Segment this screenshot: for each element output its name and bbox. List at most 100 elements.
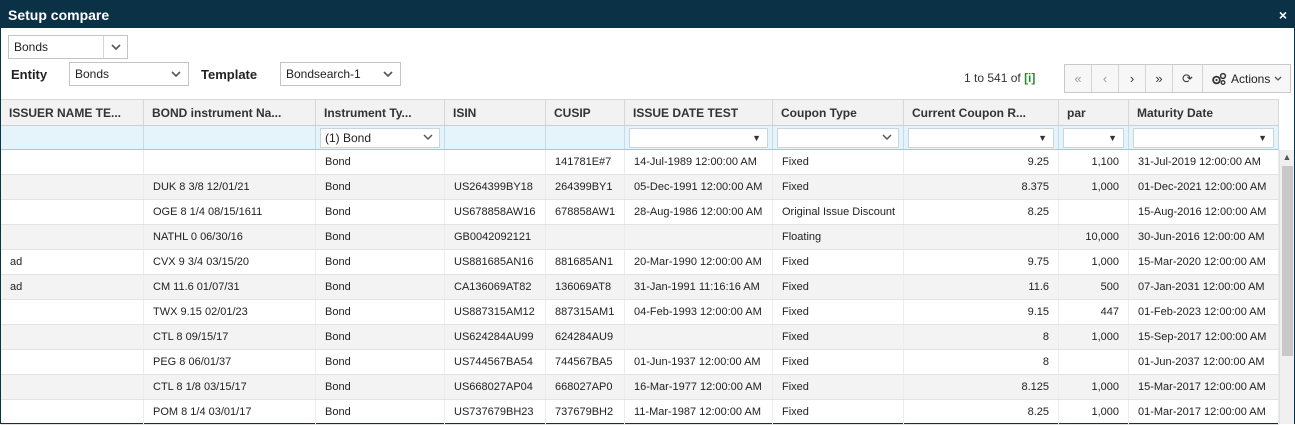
table-row[interactable]: CTL 8 1/8 03/15/17 Bond US668027AP04 668027… [1,375,1279,400]
scroll-up-icon[interactable]: ▲ [1280,150,1294,164]
table-row[interactable]: TWX 9.15 02/01/23 Bond US887315AM12 887315A… [1,300,1279,325]
column-header-isin[interactable]: ISIN [445,100,546,125]
cell-cusip: 136069AT8 [546,275,625,299]
column-header-current-coupon-rate[interactable]: Current Coupon R... [904,100,1059,125]
entity-select[interactable]: Bonds [69,62,189,86]
cell-maturity-date: 01-Mar-2017 12:00:00 AM [1129,400,1279,424]
grid-filter-row: (1) Bond ▼ ▼ ▼ ▼ [1,126,1279,150]
cell-current-coupon-rate: 8 [904,325,1059,349]
dropdown-triangle-icon: ▼ [1258,132,1267,143]
last-page-button[interactable]: » [1146,65,1173,92]
close-icon[interactable]: × [1279,7,1287,23]
column-header-maturity-date[interactable]: Maturity Date [1129,100,1279,125]
cell-issue-date: 20-Mar-1990 12:00:00 AM [625,250,773,274]
cell-bond-instrument-name: CTL 8 1/8 03/15/17 [144,375,316,399]
table-row[interactable]: NATHL 0 06/30/16 Bond GB0042092121 Floating… [1,225,1279,250]
cell-current-coupon-rate: 9.25 [904,150,1059,174]
filter-instrument-type-select[interactable]: (1) Bond [320,127,440,148]
column-header-par[interactable]: par [1059,100,1129,125]
filter-par-select[interactable]: ▼ [1063,127,1124,148]
filter-coupon-type-select[interactable] [777,127,899,148]
cell-maturity-date: 15-Mar-2020 12:00:00 AM [1129,250,1279,274]
info-icon[interactable]: [i] [1024,71,1035,85]
refresh-button[interactable]: ⟳ [1173,65,1203,92]
cell-issue-date: 11-Mar-1987 12:00:00 AM [625,400,773,424]
column-header-coupon-type[interactable]: Coupon Type [773,100,904,125]
cell-par: 1,000 [1059,175,1129,199]
table-row[interactable]: POM 8 1/4 03/01/17 Bond US737679BH23 737679… [1,400,1279,425]
table-row[interactable]: ad CM 11.6 01/07/31 Bond CA136069AT82 136069… [1,275,1279,300]
table-row[interactable]: CTL 8 09/15/17 Bond US624284AU99 624284AU9 F… [1,325,1279,350]
cell-cusip: 678858AW1 [546,200,625,224]
scrollbar-thumb[interactable] [1282,166,1293,356]
column-header-cusip[interactable]: CUSIP [546,100,625,125]
column-header-instrument-type[interactable]: Instrument Ty... [316,100,445,125]
cell-isin: US887315AM12 [445,300,546,324]
cell-current-coupon-rate: 8 [904,350,1059,374]
bonds-select-value: Bonds [14,40,49,54]
cell-coupon-type: Fixed [773,375,904,399]
column-header-issue-date[interactable]: ISSUE DATE TEST [625,100,773,125]
table-row[interactable]: PEG 8 06/01/37 Bond US744567BA54 744567BA5 0… [1,350,1279,375]
cell-bond-instrument-name: CVX 9 3/4 03/15/20 [144,250,316,274]
cell-isin [445,150,546,174]
cell-bond-instrument-name: NATHL 0 06/30/16 [144,225,316,249]
cell-current-coupon-rate: 8.375 [904,175,1059,199]
pager-range-text: 1 to 541 of [964,71,1021,85]
cell-coupon-type: Fixed [773,150,904,174]
cell-issue-date: 31-Jan-1991 11:16:16 AM [625,275,773,299]
filter-cusip[interactable] [546,126,625,149]
dropdown-triangle-icon: ▼ [752,132,761,143]
cell-cusip: 141781E#7 [546,150,625,174]
column-header-bond-instrument-name[interactable]: BOND instrument Na... [144,100,316,125]
cell-maturity-date: 31-Jul-2019 12:00:00 AM [1129,150,1279,174]
cell-issue-date: 16-Mar-1977 12:00:00 AM [625,375,773,399]
dropdown-triangle-icon: ▼ [1038,132,1047,143]
template-label: Template [201,67,258,82]
cell-isin: US624284AU99 [445,325,546,349]
cell-cusip: 744567BA5 [546,350,625,374]
cell-isin: US881685AN16 [445,250,546,274]
filter-isin[interactable] [445,126,546,149]
column-header-issuer-name[interactable]: ISSUER NAME TE... [1,100,144,125]
next-page-button[interactable]: › [1119,65,1146,92]
cell-issuer-name [1,325,144,349]
template-select[interactable]: Bondsearch-1 [280,62,401,86]
bonds-select[interactable]: Bonds [8,35,128,59]
cell-instrument-type: Bond [316,250,445,274]
cell-isin: US678858AW16 [445,200,546,224]
filter-maturity-date-picker[interactable]: ▼ [1133,127,1274,148]
cell-issuer-name [1,300,144,324]
table-row[interactable]: DUK 8 3/8 12/01/21 Bond US264399BY18 264399… [1,175,1279,200]
vertical-scrollbar[interactable]: ▲ [1279,150,1294,424]
dropdown-triangle-icon: ▼ [1108,132,1117,143]
table-row[interactable]: OGE 8 1/4 08/15/1611 Bond US678858AW16 6788… [1,200,1279,225]
filter-instrument-type-value: (1) Bond [325,130,372,145]
cell-current-coupon-rate: 9.75 [904,250,1059,274]
cell-maturity-date: 15-Mar-2017 12:00:00 AM [1129,375,1279,399]
cell-instrument-type: Bond [316,275,445,299]
cell-issuer-name: ad [1,275,144,299]
filter-bond-instrument-name[interactable] [144,126,316,149]
pager-info: 1 to 541 of [i] [964,71,1035,85]
filter-current-coupon-rate-select[interactable]: ▼ [908,127,1054,148]
previous-page-button[interactable]: ‹ [1092,65,1119,92]
cell-par: 10,000 [1059,225,1129,249]
filter-issue-date-picker[interactable]: ▼ [629,127,768,148]
cell-issue-date: 01-Jun-1937 12:00:00 AM [625,350,773,374]
cell-maturity-date: 01-Feb-2023 12:00:00 AM [1129,300,1279,324]
cell-instrument-type: Bond [316,375,445,399]
cell-maturity-date: 30-Jun-2016 12:00:00 AM [1129,225,1279,249]
cell-issuer-name [1,225,144,249]
cell-issue-date: 05-Dec-1991 12:00:00 AM [625,175,773,199]
first-page-button[interactable]: « [1065,65,1092,92]
cell-par: 1,100 [1059,150,1129,174]
filter-issuer-name[interactable] [1,126,144,149]
dialog-title: Setup compare [8,6,110,23]
table-row[interactable]: ad CVX 9 3/4 03/15/20 Bond US881685AN16 8816… [1,250,1279,275]
table-row[interactable]: Bond 141781E#7 14-Jul-1989 12:00:00 AM Fixe… [1,150,1279,175]
cell-cusip: 264399BY1 [546,175,625,199]
cell-coupon-type: Fixed [773,300,904,324]
actions-button[interactable]: Actions [1203,65,1290,92]
cell-coupon-type: Fixed [773,400,904,424]
